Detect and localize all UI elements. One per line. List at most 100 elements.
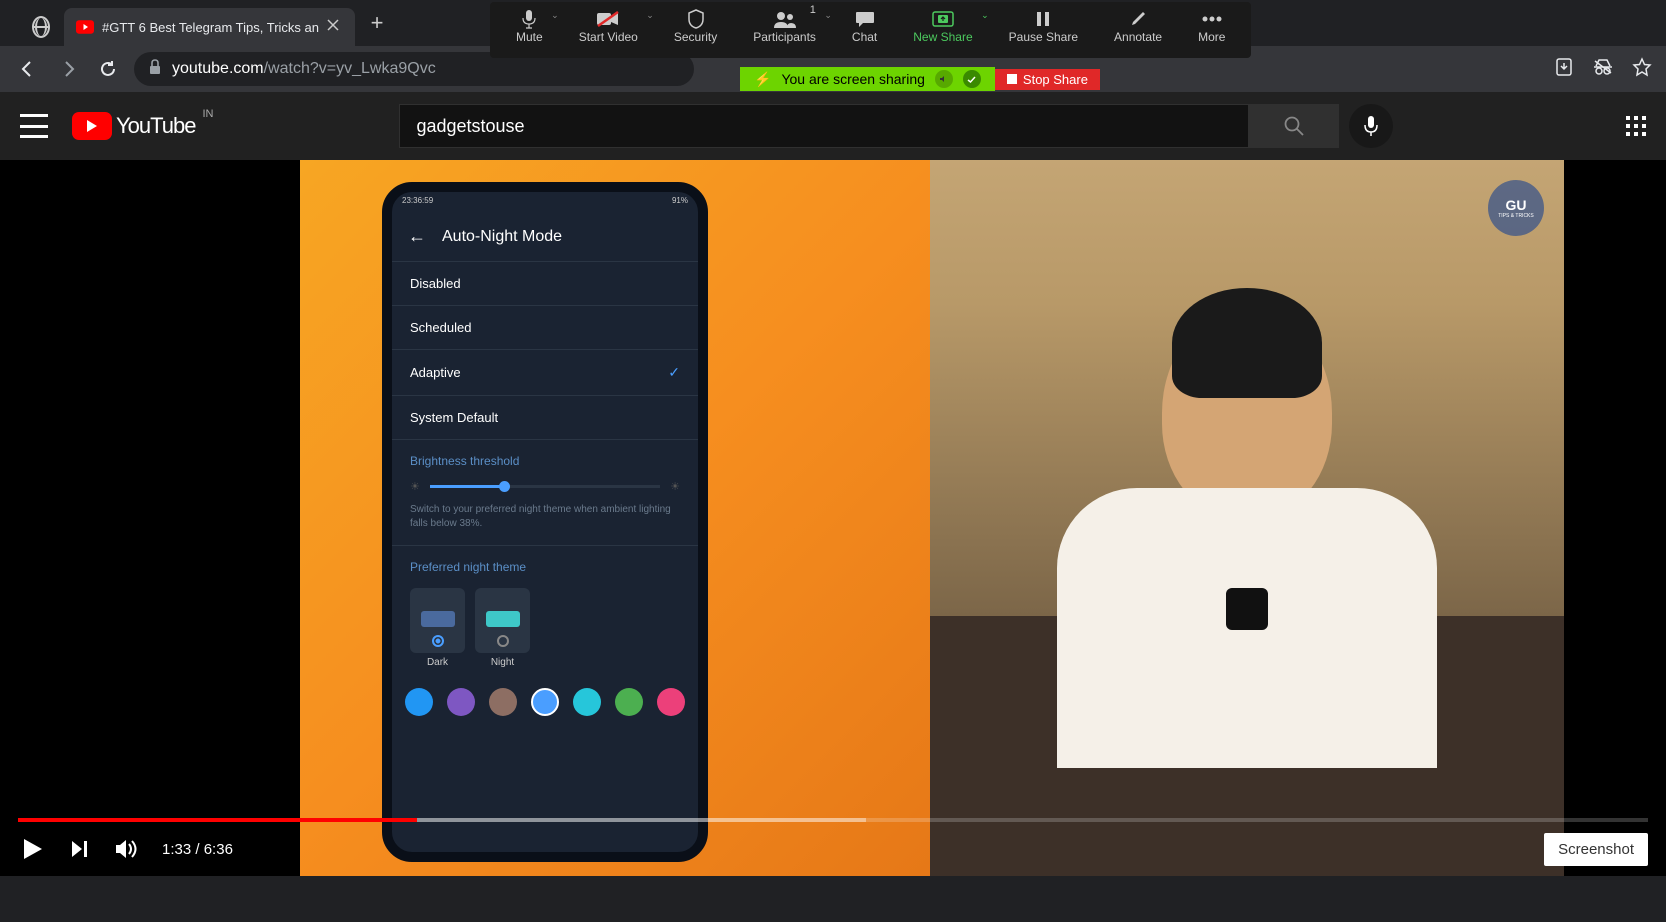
browser-tab-inactive[interactable] bbox=[18, 8, 64, 46]
youtube-logo-text: YouTube bbox=[116, 113, 195, 139]
zoom-chat-button[interactable]: Chat bbox=[834, 6, 895, 46]
video-phone-mockup: 23:36:59 91% ← Auto-Night Mode Disabled … bbox=[300, 160, 930, 876]
stop-share-button[interactable]: Stop Share bbox=[995, 69, 1100, 90]
screenshot-toast: Screenshot bbox=[1544, 833, 1648, 866]
chevron-down-icon[interactable]: ⌄ bbox=[981, 10, 989, 21]
microphone-icon bbox=[521, 8, 537, 30]
volume-button[interactable] bbox=[114, 837, 140, 861]
incognito-icon[interactable] bbox=[1592, 58, 1614, 81]
check-icon: ✓ bbox=[668, 364, 680, 381]
next-button[interactable] bbox=[68, 837, 92, 861]
install-app-icon[interactable] bbox=[1554, 57, 1574, 82]
mute-share-audio-button[interactable] bbox=[935, 70, 953, 88]
zoom-start-video-button[interactable]: Start Video ⌄ bbox=[561, 6, 656, 46]
search-icon bbox=[1283, 115, 1305, 137]
participants-icon bbox=[772, 8, 798, 30]
phone-brightness-label: Brightness threshold bbox=[392, 439, 698, 476]
voice-search-button[interactable] bbox=[1349, 104, 1393, 148]
browser-forward-button[interactable] bbox=[54, 55, 82, 83]
microphone-icon bbox=[1363, 115, 1379, 137]
brightness-low-icon: ☀ bbox=[410, 480, 420, 493]
share-check-button[interactable] bbox=[963, 70, 981, 88]
color-swatch bbox=[531, 688, 559, 716]
apps-grid-button[interactable] bbox=[1626, 116, 1646, 136]
stop-share-label: Stop Share bbox=[1023, 72, 1088, 87]
color-swatch bbox=[573, 688, 601, 716]
zoom-security-label: Security bbox=[674, 30, 717, 44]
zoom-security-button[interactable]: Security bbox=[656, 6, 735, 46]
zoom-video-label: Start Video bbox=[579, 30, 638, 44]
video-presenter: GU TIPS & TRICKS bbox=[930, 160, 1564, 876]
color-swatch bbox=[405, 688, 433, 716]
zoom-more-label: More bbox=[1198, 30, 1225, 44]
youtube-header: YouTube IN bbox=[0, 92, 1666, 160]
theme-card-dark bbox=[410, 588, 465, 653]
bookmark-star-icon[interactable] bbox=[1632, 57, 1652, 82]
phone-option-adaptive: Adaptive ✓ bbox=[392, 349, 698, 395]
phone-screen-title: Auto-Night Mode bbox=[442, 228, 562, 246]
sharing-text: You are screen sharing bbox=[781, 71, 924, 87]
video-player[interactable]: 23:36:59 91% ← Auto-Night Mode Disabled … bbox=[0, 160, 1666, 876]
more-icon bbox=[1201, 8, 1223, 30]
youtube-country-code: IN bbox=[202, 108, 213, 120]
url-path: /watch?v=yv_Lwka9Qvc bbox=[264, 60, 436, 77]
phone-color-swatches bbox=[392, 678, 698, 726]
chevron-down-icon[interactable]: ⌄ bbox=[551, 10, 559, 21]
zoom-new-share-button[interactable]: New Share ⌄ bbox=[895, 6, 990, 46]
phone-time: 23:36:59 bbox=[402, 196, 433, 212]
zoom-new-share-label: New Share bbox=[913, 30, 972, 44]
theme-night-label: Night bbox=[475, 653, 530, 672]
youtube-logo[interactable]: YouTube IN bbox=[72, 112, 195, 140]
zoom-pause-share-button[interactable]: Pause Share bbox=[991, 6, 1096, 46]
browser-tab-active[interactable]: #GTT 6 Best Telegram Tips, Tricks an bbox=[64, 8, 355, 46]
color-swatch bbox=[489, 688, 517, 716]
zoom-participants-button[interactable]: Participants 1 ⌄ bbox=[735, 6, 834, 46]
chevron-down-icon[interactable]: ⌄ bbox=[646, 10, 654, 21]
zoom-more-button[interactable]: More bbox=[1180, 6, 1243, 46]
browser-reload-button[interactable] bbox=[94, 55, 122, 83]
tab-title-text: #GTT 6 Best Telegram Tips, Tricks an bbox=[102, 20, 319, 35]
zoom-mute-button[interactable]: Mute ⌄ bbox=[498, 6, 561, 46]
zoom-annotate-button[interactable]: Annotate bbox=[1096, 6, 1180, 46]
theme-card-night bbox=[475, 588, 530, 653]
chevron-down-icon[interactable]: ⌄ bbox=[824, 10, 832, 21]
channel-watermark[interactable]: GU TIPS & TRICKS bbox=[1488, 180, 1544, 236]
bolt-icon: ⚡ bbox=[754, 71, 771, 88]
time-display: 1:33 / 6:36 bbox=[162, 841, 233, 858]
player-controls-bar: 1:33 / 6:36 Screenshot bbox=[0, 822, 1666, 876]
tab-close-button[interactable] bbox=[327, 19, 343, 35]
chat-icon bbox=[855, 8, 875, 30]
stop-square-icon bbox=[1007, 74, 1017, 84]
video-off-icon bbox=[596, 8, 620, 30]
hamburger-menu-button[interactable] bbox=[20, 114, 48, 138]
search-button[interactable] bbox=[1249, 104, 1339, 148]
zoom-toolbar: Mute ⌄ Start Video ⌄ Security Participan… bbox=[490, 2, 1251, 58]
participant-count-badge: 1 bbox=[810, 4, 816, 16]
brightness-high-icon: ☀ bbox=[670, 480, 680, 493]
phone-brightness-hint: Switch to your preferred night theme whe… bbox=[392, 503, 698, 545]
color-swatch bbox=[447, 688, 475, 716]
phone-option-scheduled: Scheduled bbox=[392, 305, 698, 349]
url-host: youtube.com bbox=[172, 60, 264, 77]
phone-preferred-theme-label: Preferred night theme bbox=[392, 545, 698, 582]
zoom-mute-label: Mute bbox=[516, 30, 543, 44]
color-swatch bbox=[615, 688, 643, 716]
zoom-pause-share-label: Pause Share bbox=[1009, 30, 1078, 44]
play-button[interactable] bbox=[18, 835, 46, 863]
phone-battery-text: 91% bbox=[672, 196, 688, 212]
browser-tab-bar: #GTT 6 Best Telegram Tips, Tricks an + M… bbox=[0, 0, 1666, 46]
phone-option-system-default: System Default bbox=[392, 395, 698, 439]
color-swatch bbox=[657, 688, 685, 716]
youtube-play-icon bbox=[72, 112, 112, 140]
browser-back-button[interactable] bbox=[14, 55, 42, 83]
shield-icon bbox=[687, 8, 705, 30]
new-tab-button[interactable]: + bbox=[363, 9, 391, 37]
lock-icon bbox=[148, 59, 162, 80]
youtube-favicon-icon bbox=[76, 18, 94, 36]
pencil-icon bbox=[1129, 8, 1147, 30]
video-content: 23:36:59 91% ← Auto-Night Mode Disabled … bbox=[300, 160, 1564, 876]
search-input[interactable] bbox=[399, 104, 1249, 148]
phone-brightness-slider bbox=[430, 485, 660, 488]
globe-icon bbox=[32, 18, 50, 36]
share-up-icon bbox=[931, 8, 955, 30]
